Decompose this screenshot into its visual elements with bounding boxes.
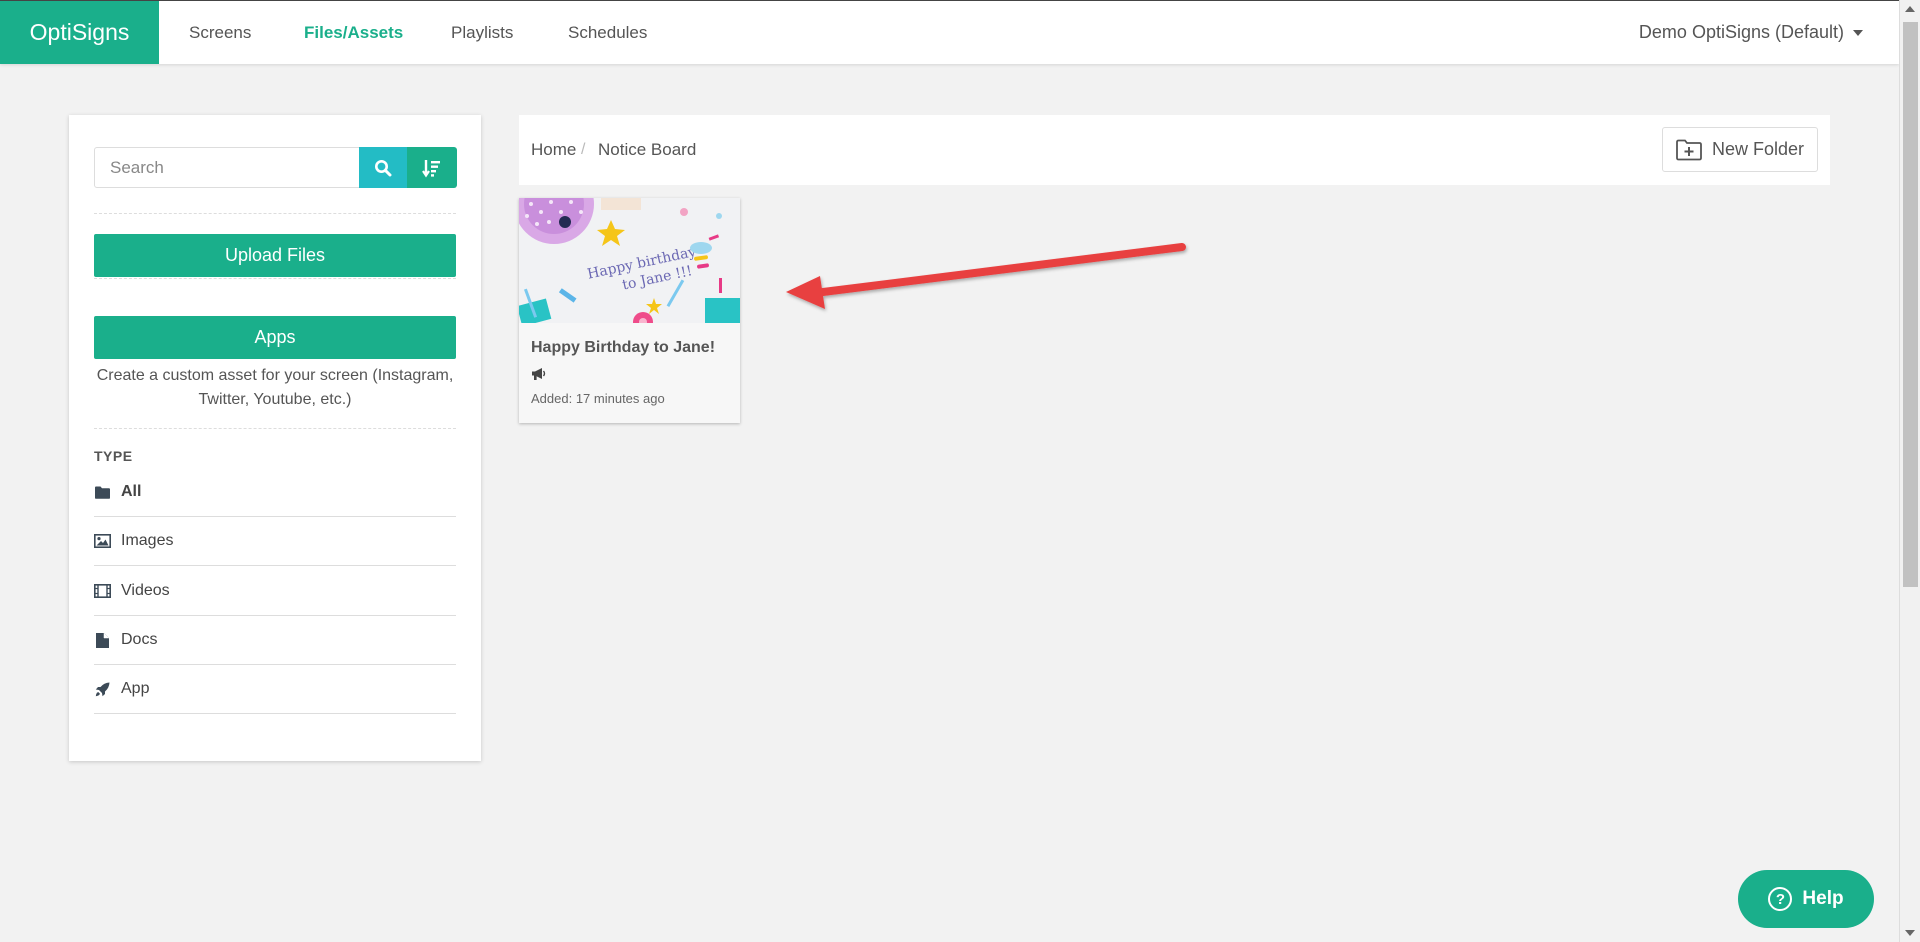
type-filter-all[interactable]: All	[94, 468, 456, 517]
type-filter-label: All	[121, 483, 142, 500]
caret-down-icon	[1853, 29, 1863, 36]
nav-playlists[interactable]: Playlists	[451, 1, 513, 64]
nav-schedules[interactable]: Schedules	[568, 1, 647, 64]
rocket-icon	[94, 681, 111, 697]
image-icon	[94, 533, 111, 549]
account-dropdown[interactable]: Demo OptiSigns (Default)	[1639, 1, 1863, 64]
help-label: Help	[1802, 888, 1844, 909]
search-button[interactable]	[359, 147, 407, 188]
nav-files-assets[interactable]: Files/Assets	[304, 1, 403, 64]
type-filter-label: Images	[121, 532, 174, 549]
account-name: Demo OptiSigns (Default)	[1638, 22, 1844, 42]
asset-added-time: Added: 17 minutes ago	[531, 391, 665, 406]
type-heading: TYPE	[94, 448, 133, 464]
breadcrumb-current: Notice Board	[598, 140, 697, 159]
brand-logo[interactable]: OptiSigns	[0, 1, 159, 64]
sidebar-panel: Upload Files Apps Create a custom asset …	[69, 115, 481, 761]
top-navbar: OptiSigns Screens Files/Assets Playlists…	[0, 0, 1899, 64]
scroll-up-arrow-icon[interactable]	[1905, 6, 1915, 12]
breadcrumb-home[interactable]: Home	[531, 115, 576, 185]
divider	[94, 213, 456, 214]
apps-description: Create a custom asset for your screen (I…	[96, 367, 454, 408]
divider	[94, 278, 456, 279]
folder-plus-icon	[1676, 139, 1702, 160]
scroll-down-arrow-icon[interactable]	[1905, 930, 1915, 936]
asset-title[interactable]: Happy Birthday to Jane!	[531, 339, 715, 357]
type-filter-images[interactable]: Images	[94, 517, 456, 566]
divider	[94, 428, 456, 429]
new-folder-label: New Folder	[1711, 139, 1805, 159]
nav-screens[interactable]: Screens	[189, 1, 251, 64]
type-filter-app[interactable]: App	[94, 665, 456, 714]
asset-card[interactable]: Happy birthday to Jane !!! Happy Birthda…	[519, 198, 740, 423]
film-icon	[94, 583, 111, 599]
question-circle-icon: ?	[1768, 887, 1793, 911]
file-icon	[94, 632, 111, 648]
megaphone-icon	[531, 367, 547, 386]
type-filter-docs[interactable]: Docs	[94, 616, 456, 665]
type-filter-label: App	[121, 680, 150, 697]
breadcrumb-bar: Home / Notice Board New Folder	[519, 115, 1830, 185]
breadcrumb-separator: /	[581, 141, 586, 158]
search-input[interactable]	[95, 148, 359, 187]
asset-thumbnail[interactable]: Happy birthday to Jane !!!	[519, 198, 740, 323]
sort-button[interactable]	[407, 147, 457, 188]
type-filter-videos[interactable]: Videos	[94, 567, 456, 616]
type-filter-label: Docs	[121, 631, 158, 648]
upload-files-button[interactable]: Upload Files	[94, 234, 456, 277]
help-button[interactable]: ? Help	[1738, 870, 1874, 928]
folder-icon	[94, 484, 111, 500]
new-folder-button[interactable]: New Folder	[1662, 127, 1818, 172]
type-filter-label: Videos	[121, 582, 170, 599]
scrollbar-thumb[interactable]	[1903, 22, 1918, 587]
sort-icon	[422, 159, 440, 177]
apps-button[interactable]: Apps	[94, 316, 456, 359]
search-icon	[375, 159, 392, 176]
page-scrollbar[interactable]	[1899, 0, 1920, 942]
search-group	[94, 147, 457, 188]
annotation-arrow	[786, 243, 1186, 309]
